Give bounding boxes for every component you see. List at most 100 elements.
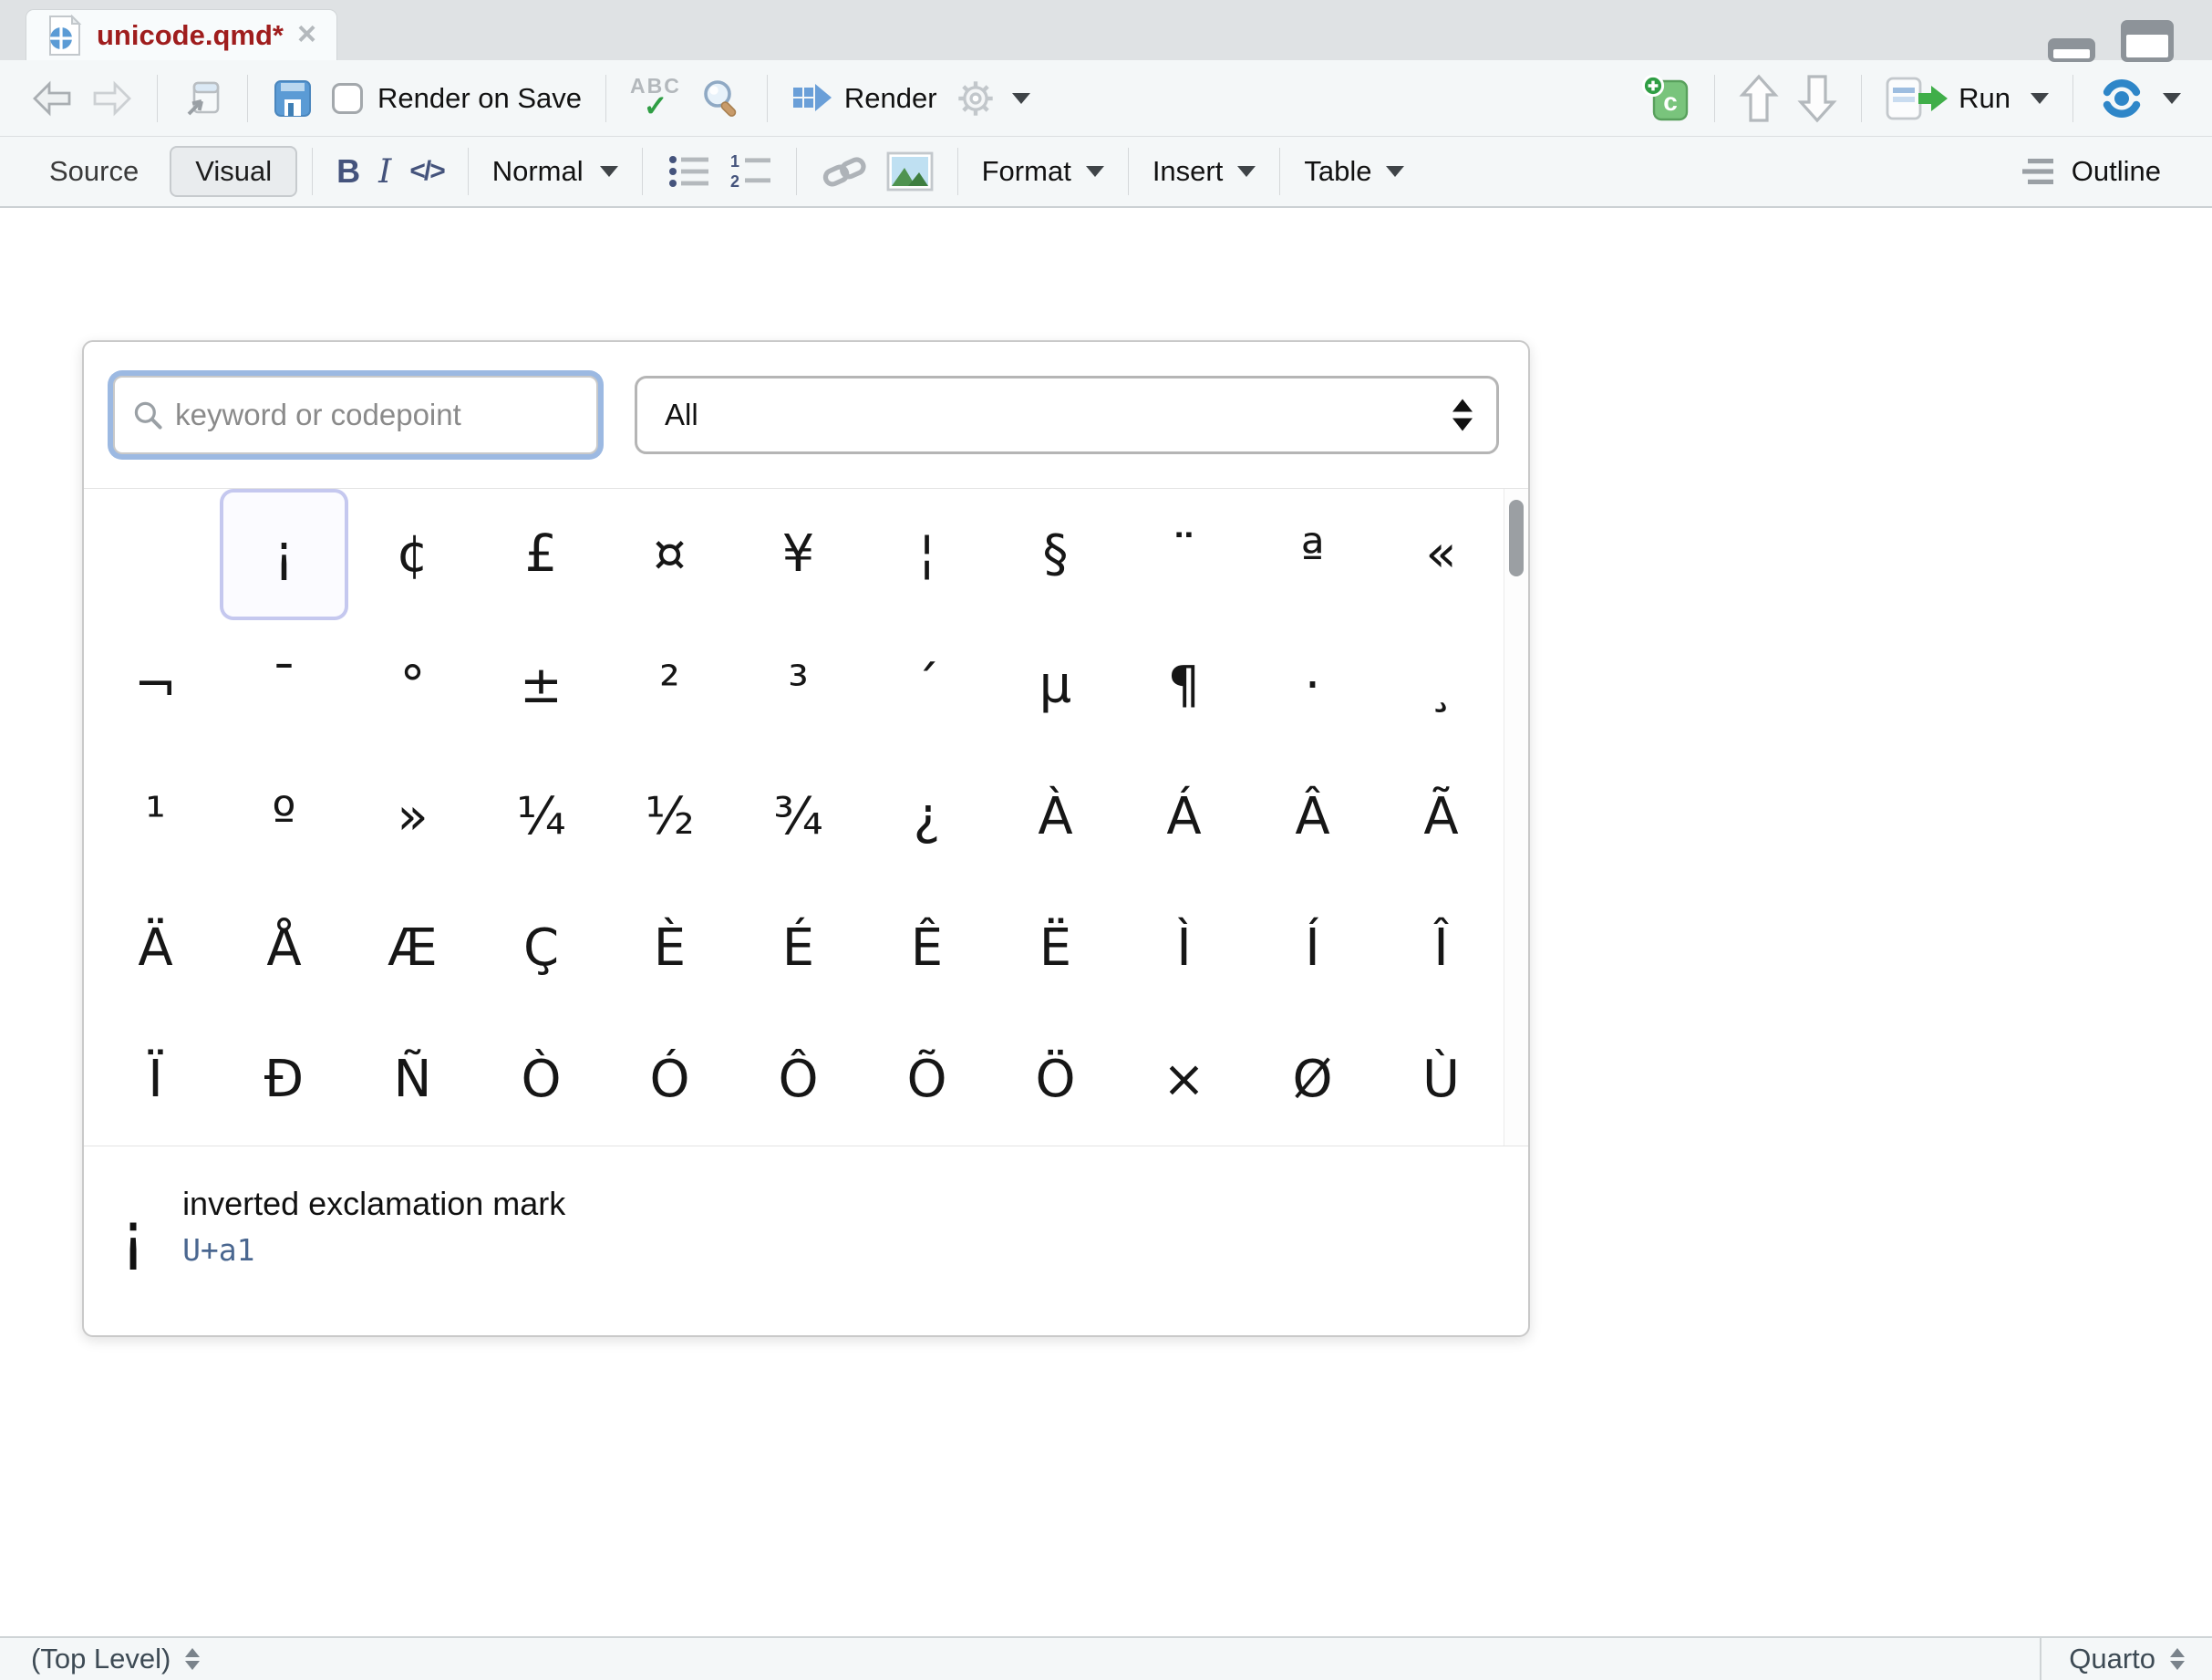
image-icon — [886, 151, 934, 192]
char-cell[interactable]: £ — [477, 489, 605, 620]
format-menu[interactable]: Format — [973, 141, 1113, 202]
char-cell[interactable]: ¿ — [863, 752, 991, 883]
bold-button[interactable]: B — [327, 141, 369, 202]
char-cell[interactable]: ¹ — [91, 752, 220, 883]
char-cell[interactable]: À — [991, 752, 1120, 883]
char-cell[interactable]: ¦ — [863, 489, 991, 620]
char-cell[interactable]: Á — [1120, 752, 1248, 883]
link-button[interactable] — [811, 141, 877, 202]
char-cell[interactable]: È — [605, 883, 734, 1014]
char-cell[interactable]: ¬ — [91, 620, 220, 752]
symbol-category-select[interactable]: All — [635, 376, 1499, 454]
char-cell[interactable]: ³ — [734, 620, 863, 752]
char-cell[interactable]: ° — [348, 620, 477, 752]
char-cell[interactable]: ¸ — [1377, 620, 1505, 752]
char-cell[interactable]: × — [1120, 1014, 1248, 1146]
char-cell[interactable]: Í — [1248, 883, 1377, 1014]
grid-scrollbar[interactable] — [1504, 489, 1528, 1146]
separator — [157, 75, 158, 122]
find-replace-button[interactable] — [690, 68, 752, 129]
minimize-icon[interactable] — [2048, 38, 2095, 62]
char-cell[interactable]: · — [1248, 620, 1377, 752]
separator — [1128, 148, 1129, 195]
source-document-button[interactable] — [2088, 68, 2190, 129]
forward-button[interactable] — [82, 68, 142, 129]
image-button[interactable] — [877, 141, 943, 202]
char-cell[interactable]: Å — [220, 883, 348, 1014]
back-button[interactable] — [22, 68, 82, 129]
char-cell[interactable]: ½ — [605, 752, 734, 883]
char-cell[interactable]: Ô — [734, 1014, 863, 1146]
italic-button[interactable]: I — [369, 141, 400, 202]
char-cell[interactable]: Ñ — [348, 1014, 477, 1146]
char-cell[interactable]: ¢ — [348, 489, 477, 620]
char-cell[interactable]: Î — [1377, 883, 1505, 1014]
char-cell[interactable]: Õ — [863, 1014, 991, 1146]
char-cell[interactable]: ¼ — [477, 752, 605, 883]
char-cell[interactable]: Ø — [1248, 1014, 1377, 1146]
char-cell[interactable]: Ö — [991, 1014, 1120, 1146]
char-cell[interactable]: Ó — [605, 1014, 734, 1146]
char-cell[interactable]: ¯ — [220, 620, 348, 752]
paragraph-style-dropdown[interactable]: Normal — [483, 141, 627, 202]
char-cell[interactable]: Ò — [477, 1014, 605, 1146]
char-cell[interactable]: Ï — [91, 1014, 220, 1146]
outline-toggle[interactable]: Outline — [2011, 141, 2170, 202]
visual-mode-button[interactable]: Visual — [170, 146, 297, 197]
char-cell[interactable]: Ç — [477, 883, 605, 1014]
spellcheck-icon: ABC✓ — [630, 76, 681, 120]
char-cell[interactable]: ¨ — [1120, 489, 1248, 620]
bullet-list-button[interactable] — [657, 141, 719, 202]
render-on-save-checkbox[interactable] — [332, 83, 363, 114]
char-cell[interactable]: º — [220, 752, 348, 883]
char-cell[interactable]: ± — [477, 620, 605, 752]
source-mode-button[interactable]: Source — [31, 148, 157, 195]
svg-text:c: c — [1663, 88, 1678, 116]
insert-chunk-button[interactable]: c — [1632, 68, 1700, 129]
char-cell[interactable]: Ã — [1377, 752, 1505, 883]
editor-tab[interactable]: unicode.qmd* × — [26, 9, 337, 60]
symbol-search-input[interactable] — [175, 398, 580, 432]
document-format-selector[interactable]: Quarto — [2040, 1638, 2212, 1680]
save-button[interactable] — [263, 68, 323, 129]
char-cell[interactable]: Æ — [348, 883, 477, 1014]
render-options-button[interactable] — [946, 68, 1039, 129]
previous-chunk-button[interactable] — [1730, 68, 1788, 129]
char-cell[interactable]: ¾ — [734, 752, 863, 883]
char-cell[interactable]: » — [348, 752, 477, 883]
maximize-icon[interactable] — [2121, 20, 2174, 62]
insert-menu[interactable]: Insert — [1143, 141, 1266, 202]
char-cell[interactable]: É — [734, 883, 863, 1014]
scope-selector[interactable]: (Top Level) — [0, 1638, 2040, 1680]
next-chunk-button[interactable] — [1788, 68, 1846, 129]
char-cell[interactable]: Ä — [91, 883, 220, 1014]
numbered-list-button[interactable]: 1 2 — [719, 141, 781, 202]
table-menu[interactable]: Table — [1295, 141, 1413, 202]
char-cell[interactable]: ¡ — [220, 489, 348, 620]
render-button[interactable]: Render — [782, 68, 946, 129]
char-cell[interactable]: Ì — [1120, 883, 1248, 1014]
run-button[interactable]: Run — [1876, 68, 2058, 129]
char-cell[interactable]: § — [991, 489, 1120, 620]
main-toolbar: Render on Save ABC✓ Render — [0, 60, 2212, 137]
char-cell[interactable]: µ — [991, 620, 1120, 752]
editor-canvas[interactable]: All ¡¢£¤¥¦§¨ª« ¬¯°±²³´µ¶·¸ ¹º»¼½¾¿ÀÁÂÃ ÄÅÆÇ… — [0, 208, 2212, 1636]
char-cell[interactable]: ² — [605, 620, 734, 752]
char-cell[interactable]: Ð — [220, 1014, 348, 1146]
spellcheck-button[interactable]: ABC✓ — [621, 68, 690, 129]
char-cell[interactable]: Â — [1248, 752, 1377, 883]
code-button[interactable]: </> — [400, 141, 452, 202]
char-cell[interactable]: Ù — [1377, 1014, 1505, 1146]
char-cell[interactable]: ´ — [863, 620, 991, 752]
char-cell[interactable]: ª — [1248, 489, 1377, 620]
char-cell[interactable]: ¥ — [734, 489, 863, 620]
char-cell[interactable]: ¶ — [1120, 620, 1248, 752]
format-menu-label: Format — [982, 155, 1071, 188]
char-cell[interactable]: Ë — [991, 883, 1120, 1014]
open-new-window-button[interactable] — [172, 68, 233, 129]
char-cell[interactable]: « — [1377, 489, 1505, 620]
tab-close-icon[interactable]: × — [297, 17, 316, 50]
char-cell[interactable]: Ê — [863, 883, 991, 1014]
scrollbar-thumb[interactable] — [1509, 500, 1524, 576]
char-cell[interactable]: ¤ — [605, 489, 734, 620]
